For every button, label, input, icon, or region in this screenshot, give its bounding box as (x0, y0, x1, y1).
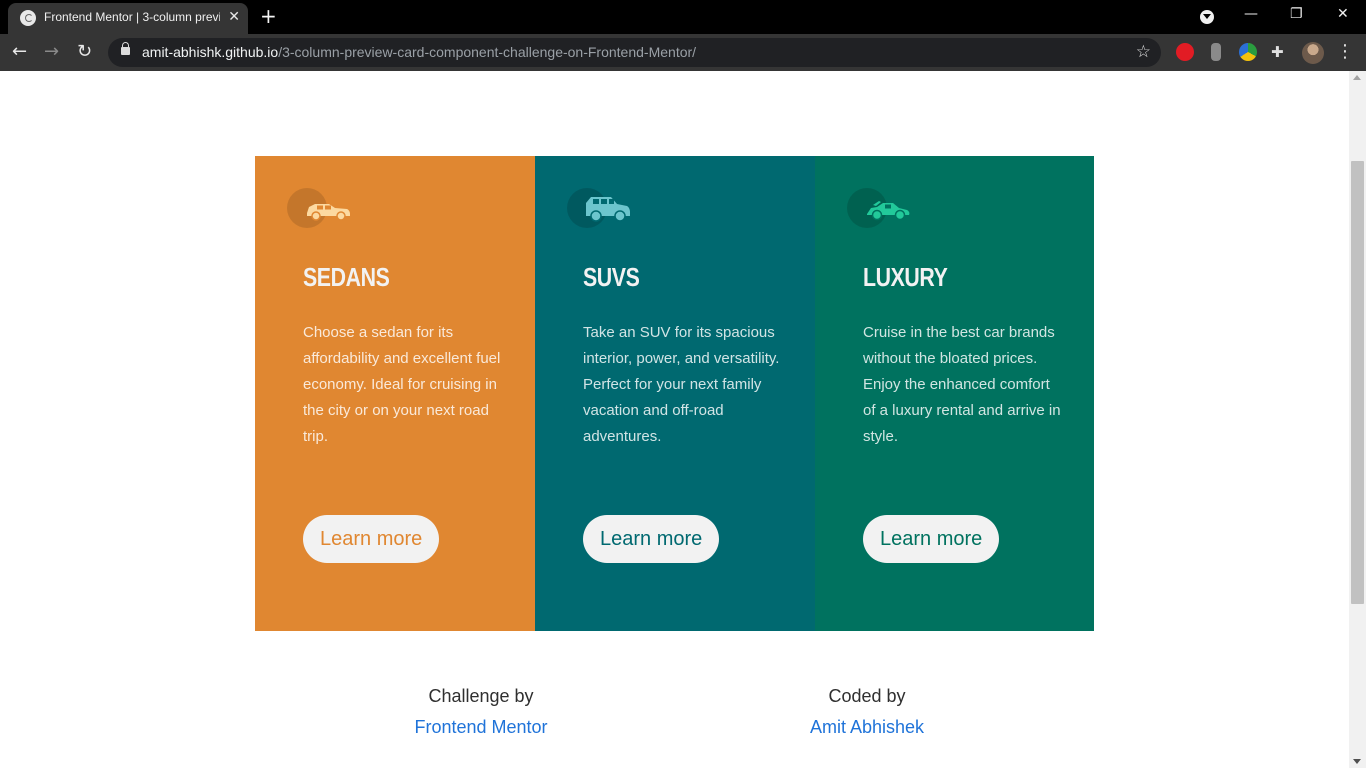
tab-close-icon[interactable]: ✕ (228, 8, 240, 26)
card-row: SEDANS Choose a sedan for its affordabil… (255, 156, 1094, 631)
tab-search-icon[interactable] (1200, 10, 1214, 24)
footer-coded: Coded by Amit Abhishek (717, 681, 1017, 743)
scroll-up-arrow-icon[interactable] (1353, 75, 1361, 80)
new-tab-button[interactable]: + (260, 4, 277, 28)
url-text[interactable]: amit-abhishk.github.io/3-column-preview-… (142, 44, 696, 60)
coded-label: Coded by (828, 686, 906, 706)
suv-car-icon (567, 188, 630, 228)
card-sedans: SEDANS Choose a sedan for its affordabil… (255, 156, 535, 631)
minimize-button[interactable]: — (1244, 4, 1258, 24)
page-viewport: SEDANS Choose a sedan for its affordabil… (0, 71, 1366, 768)
color-extension-icon[interactable] (1239, 43, 1257, 61)
browser-menu-icon[interactable]: ⋮ (1336, 40, 1354, 64)
author-link[interactable]: Amit Abhishek (717, 712, 1017, 743)
card-title: LUXURY (863, 262, 948, 292)
forward-button[interactable]: → (44, 40, 59, 64)
browser-tab[interactable]: Frontend Mentor | 3-column preview card … (8, 3, 248, 34)
window-close-button[interactable]: ✕ (1337, 4, 1349, 24)
extension-icon[interactable] (1211, 43, 1221, 61)
favicon-icon (20, 10, 36, 26)
card-luxury: LUXURY Cruise in the best car brands wit… (815, 156, 1094, 631)
tab-title: Frontend Mentor | 3-column preview card … (44, 10, 220, 24)
url-host: amit-abhishk.github.io (142, 44, 279, 60)
sedan-car-icon (287, 188, 350, 228)
card-description: Take an SUV for its spacious interior, p… (583, 324, 780, 445)
card-description: Cruise in the best car brands without th… (863, 324, 1061, 445)
browser-tab-strip: Frontend Mentor | 3-column preview card … (0, 0, 1366, 34)
card-title: SUVS (583, 262, 640, 292)
luxury-car-icon (847, 188, 910, 228)
card-title: SEDANS (303, 262, 390, 292)
learn-more-button[interactable]: Learn more (583, 515, 720, 563)
profile-avatar[interactable] (1302, 42, 1324, 64)
address-bar[interactable]: amit-abhishk.github.io/3-column-preview-… (108, 38, 1161, 67)
bookmark-star-icon[interactable]: ☆ (1136, 40, 1151, 64)
reload-button[interactable]: ↻ (77, 40, 92, 64)
footer-challenge: Challenge by Frontend Mentor (331, 681, 631, 743)
url-path: /3-column-preview-card-component-challen… (278, 44, 697, 60)
back-button[interactable]: ← (12, 40, 27, 64)
browser-toolbar: ← → ↻ amit-abhishk.github.io/3-column-pr… (0, 34, 1366, 71)
learn-more-button[interactable]: Learn more (863, 515, 1000, 563)
adblock-extension-icon[interactable] (1176, 43, 1194, 61)
scroll-down-arrow-icon[interactable] (1353, 759, 1361, 764)
card-description: Choose a sedan for its affordability and… (303, 324, 501, 445)
restore-button[interactable]: ❐ (1290, 4, 1303, 24)
lock-icon[interactable] (121, 42, 130, 55)
scrollbar-thumb[interactable] (1351, 161, 1364, 604)
page-scrollbar[interactable] (1349, 71, 1366, 768)
card-suvs: SUVS Take an SUV for its spacious interi… (535, 156, 815, 631)
extensions-puzzle-icon[interactable]: ✚ (1271, 43, 1289, 61)
challenge-label: Challenge by (428, 686, 534, 706)
learn-more-button[interactable]: Learn more (303, 515, 440, 563)
frontend-mentor-link[interactable]: Frontend Mentor (331, 712, 631, 743)
